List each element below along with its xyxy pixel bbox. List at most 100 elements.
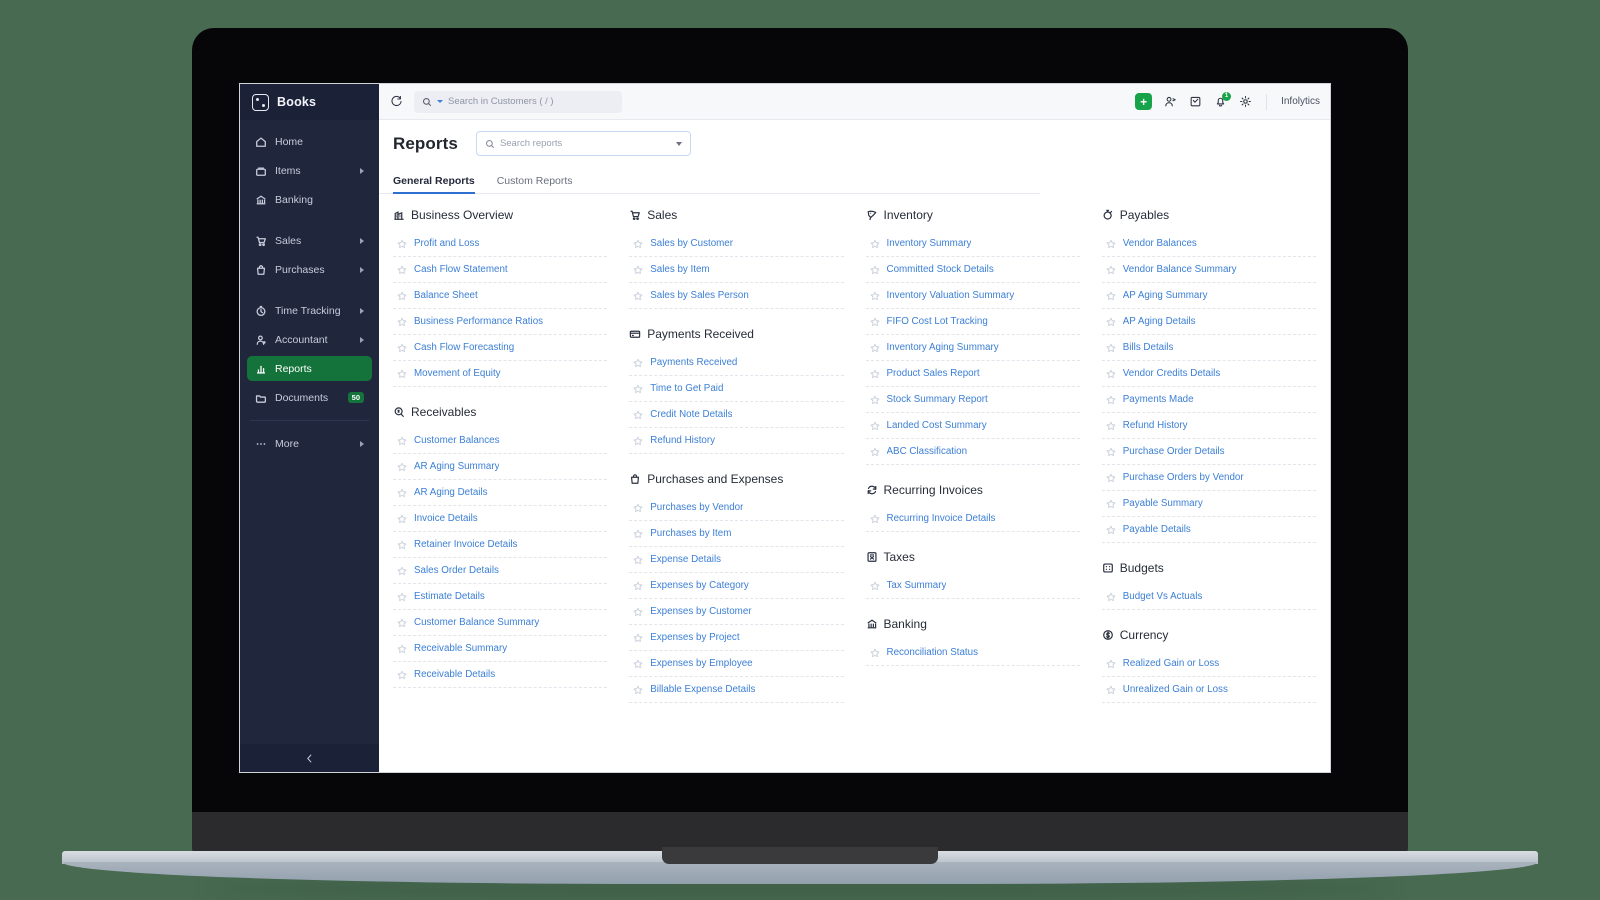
report-link[interactable]: Customer Balances xyxy=(393,428,608,454)
report-link[interactable]: Vendor Balances xyxy=(1101,231,1316,257)
report-search-input[interactable]: Search reports xyxy=(475,131,691,156)
report-link[interactable]: Profit and Loss xyxy=(393,231,608,257)
sidebar-item-home[interactable]: Home xyxy=(247,129,372,154)
report-link[interactable]: Expense Details xyxy=(629,547,844,573)
chevron-down-icon[interactable] xyxy=(437,100,443,103)
tab-custom-reports[interactable]: Custom Reports xyxy=(497,175,573,193)
report-link[interactable]: Stock Summary Report xyxy=(865,387,1080,413)
report-link[interactable]: Refund History xyxy=(629,428,844,454)
report-link[interactable]: Purchases by Vendor xyxy=(629,495,844,521)
star-icon[interactable] xyxy=(870,581,880,591)
report-link[interactable]: Movement of Equity xyxy=(393,361,608,387)
star-icon[interactable] xyxy=(1106,447,1116,457)
report-link[interactable]: Budget Vs Actuals xyxy=(1101,584,1316,610)
star-icon[interactable] xyxy=(397,644,407,654)
star-icon[interactable] xyxy=(633,633,643,643)
star-icon[interactable] xyxy=(1106,525,1116,535)
star-icon[interactable] xyxy=(870,395,880,405)
star-icon[interactable] xyxy=(633,607,643,617)
report-link[interactable]: Inventory Valuation Summary xyxy=(865,283,1080,309)
star-icon[interactable] xyxy=(870,265,880,275)
star-icon[interactable] xyxy=(1106,592,1116,602)
star-icon[interactable] xyxy=(1106,343,1116,353)
report-link[interactable]: Business Performance Ratios xyxy=(393,309,608,335)
star-icon[interactable] xyxy=(633,581,643,591)
star-icon[interactable] xyxy=(397,291,407,301)
report-link[interactable]: Time to Get Paid xyxy=(629,376,844,402)
add-new-button[interactable]: + xyxy=(1135,93,1153,110)
report-link[interactable]: Sales by Item xyxy=(629,257,844,283)
report-link[interactable]: Expenses by Project xyxy=(629,625,844,651)
star-icon[interactable] xyxy=(870,343,880,353)
star-icon[interactable] xyxy=(397,540,407,550)
report-link[interactable]: Committed Stock Details xyxy=(865,257,1080,283)
report-link[interactable]: Cash Flow Statement xyxy=(393,257,608,283)
tab-general-reports[interactable]: General Reports xyxy=(393,175,475,194)
star-icon[interactable] xyxy=(633,384,643,394)
people-icon[interactable] xyxy=(1163,95,1177,109)
report-link[interactable]: AP Aging Summary xyxy=(1101,283,1316,309)
report-link[interactable]: Realized Gain or Loss xyxy=(1101,651,1316,677)
star-icon[interactable] xyxy=(870,421,880,431)
star-icon[interactable] xyxy=(1106,317,1116,327)
star-icon[interactable] xyxy=(397,343,407,353)
star-icon[interactable] xyxy=(1106,291,1116,301)
star-icon[interactable] xyxy=(870,291,880,301)
sidebar-item-documents[interactable]: Documents 50 xyxy=(247,385,372,410)
star-icon[interactable] xyxy=(1106,369,1116,379)
star-icon[interactable] xyxy=(397,514,407,524)
report-link[interactable]: Expenses by Category xyxy=(629,573,844,599)
report-link[interactable]: Inventory Summary xyxy=(865,231,1080,257)
sidebar-item-reports[interactable]: Reports xyxy=(247,356,372,381)
report-link[interactable]: Customer Balance Summary xyxy=(393,610,608,636)
sidebar-item-more[interactable]: More xyxy=(247,431,372,456)
star-icon[interactable] xyxy=(633,503,643,513)
star-icon[interactable] xyxy=(397,488,407,498)
report-link[interactable]: Expenses by Customer xyxy=(629,599,844,625)
star-icon[interactable] xyxy=(397,369,407,379)
report-link[interactable]: Product Sales Report xyxy=(865,361,1080,387)
star-icon[interactable] xyxy=(397,462,407,472)
star-icon[interactable] xyxy=(1106,499,1116,509)
star-icon[interactable] xyxy=(633,555,643,565)
report-link[interactable]: Unrealized Gain or Loss xyxy=(1101,677,1316,703)
report-link[interactable]: Receivable Summary xyxy=(393,636,608,662)
star-icon[interactable] xyxy=(397,592,407,602)
report-link[interactable]: Sales by Sales Person xyxy=(629,283,844,309)
star-icon[interactable] xyxy=(1106,685,1116,695)
global-search-input[interactable]: Search in Customers ( / ) xyxy=(414,90,622,113)
sidebar-item-items[interactable]: Items xyxy=(247,158,372,183)
star-icon[interactable] xyxy=(1106,421,1116,431)
star-icon[interactable] xyxy=(633,436,643,446)
report-link[interactable]: AR Aging Summary xyxy=(393,454,608,480)
report-link[interactable]: Payments Received xyxy=(629,350,844,376)
report-link[interactable]: Cash Flow Forecasting xyxy=(393,335,608,361)
star-icon[interactable] xyxy=(870,447,880,457)
report-link[interactable]: Retainer Invoice Details xyxy=(393,532,608,558)
star-icon[interactable] xyxy=(870,317,880,327)
report-link[interactable]: Expenses by Employee xyxy=(629,651,844,677)
star-icon[interactable] xyxy=(633,410,643,420)
star-icon[interactable] xyxy=(1106,659,1116,669)
star-icon[interactable] xyxy=(397,317,407,327)
report-link[interactable]: Vendor Credits Details xyxy=(1101,361,1316,387)
star-icon[interactable] xyxy=(870,514,880,524)
star-icon[interactable] xyxy=(870,369,880,379)
report-link[interactable]: Balance Sheet xyxy=(393,283,608,309)
star-icon[interactable] xyxy=(397,670,407,680)
sidebar-item-time-tracking[interactable]: Time Tracking xyxy=(247,298,372,323)
report-link[interactable]: Receivable Details xyxy=(393,662,608,688)
organization-name[interactable]: Infolytics xyxy=(1281,96,1320,107)
star-icon[interactable] xyxy=(1106,473,1116,483)
star-icon[interactable] xyxy=(397,239,407,249)
star-icon[interactable] xyxy=(870,648,880,658)
chevron-down-icon[interactable] xyxy=(675,141,682,146)
sidebar-item-banking[interactable]: Banking xyxy=(247,187,372,212)
refresh-icon[interactable] xyxy=(389,94,404,109)
report-link[interactable]: Purchase Order Details xyxy=(1101,439,1316,465)
report-link[interactable]: Purchases by Item xyxy=(629,521,844,547)
sidebar-item-purchases[interactable]: Purchases xyxy=(247,257,372,282)
star-icon[interactable] xyxy=(633,659,643,669)
star-icon[interactable] xyxy=(1106,265,1116,275)
report-link[interactable]: Vendor Balance Summary xyxy=(1101,257,1316,283)
